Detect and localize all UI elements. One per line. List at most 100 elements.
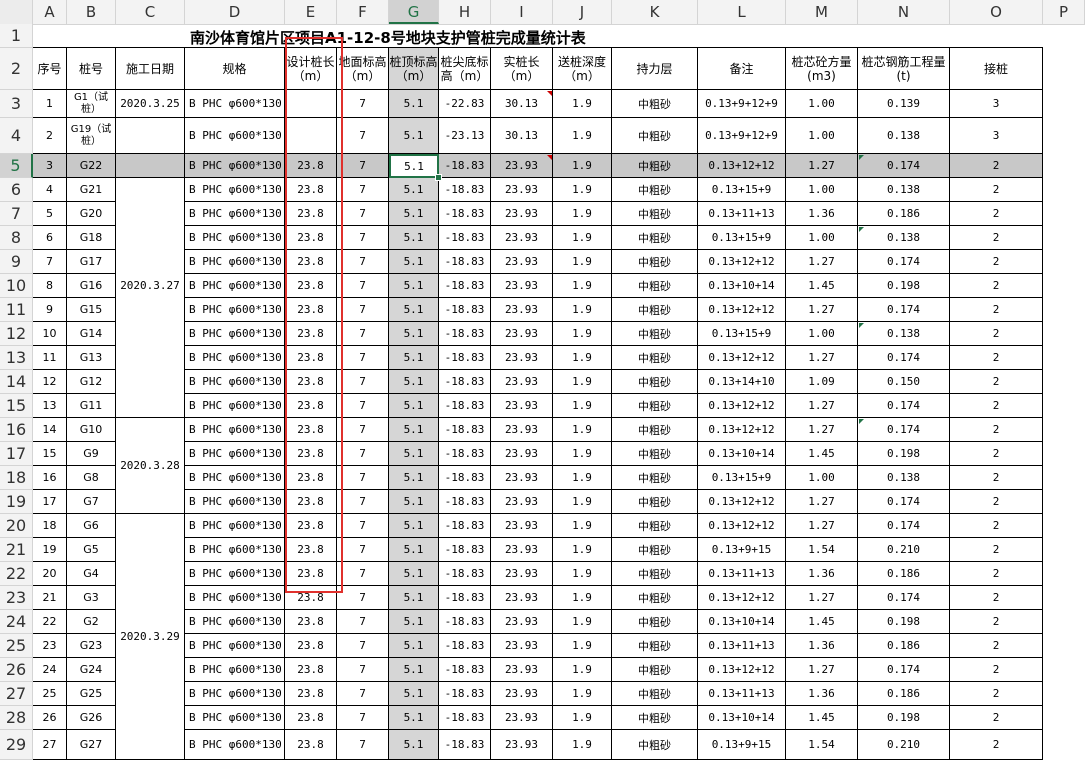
cell-design-length[interactable]: 23.8	[285, 250, 337, 274]
cell-tip-elev[interactable]: -18.83	[439, 178, 491, 202]
cell-ground-elev[interactable]: 7	[337, 118, 389, 154]
cell-remark[interactable]: 0.13+9+15	[698, 730, 786, 760]
cell-splice[interactable]: 2	[950, 466, 1043, 490]
cell-ground-elev[interactable]: 7	[337, 178, 389, 202]
cell-bearing-layer[interactable]: 中粗砂	[612, 250, 698, 274]
cell-pile-no[interactable]: G11	[67, 394, 116, 418]
cell-seq[interactable]: 2	[33, 118, 67, 154]
cell-ground-elev[interactable]: 7	[337, 370, 389, 394]
cell-design-length[interactable]: 23.8	[285, 634, 337, 658]
cell-actual-length[interactable]: 23.93	[491, 178, 553, 202]
column-header-c[interactable]: C	[116, 0, 185, 24]
column-header-d[interactable]: D	[185, 0, 285, 24]
cell-design-length[interactable]: 23.8	[285, 538, 337, 562]
cell-seq[interactable]: 5	[33, 202, 67, 226]
cell-concrete-volume[interactable]: 1.00	[786, 322, 858, 346]
cell-top-elev[interactable]: 5.1	[389, 442, 439, 466]
cell-spec[interactable]: B PHC φ600*130	[185, 706, 285, 730]
cell-seq[interactable]: 11	[33, 346, 67, 370]
cell-actual-length[interactable]: 23.93	[491, 298, 553, 322]
cell-design-length[interactable]: 23.8	[285, 394, 337, 418]
cell-actual-length[interactable]: 23.93	[491, 370, 553, 394]
cell-tip-elev[interactable]: -18.83	[439, 706, 491, 730]
cell-actual-length[interactable]: 23.93	[491, 706, 553, 730]
cell-concrete-volume[interactable]: 1.00	[786, 178, 858, 202]
cell-tip-elev[interactable]: -18.83	[439, 226, 491, 250]
cell-seq[interactable]: 22	[33, 610, 67, 634]
cell-top-elev[interactable]: 5.1	[389, 514, 439, 538]
cell-seq[interactable]: 9	[33, 298, 67, 322]
header-a[interactable]: 序号	[33, 48, 67, 90]
cell-ground-elev[interactable]: 7	[337, 274, 389, 298]
cell-seq[interactable]: 26	[33, 706, 67, 730]
column-header-k[interactable]: K	[612, 0, 698, 24]
cell-remark[interactable]: 0.13+12+12	[698, 346, 786, 370]
cell-design-length[interactable]: 23.8	[285, 466, 337, 490]
cell-top-elev[interactable]: 5.1	[389, 730, 439, 760]
row-header-3[interactable]: 3	[0, 90, 33, 118]
cell-spec[interactable]: B PHC φ600*130	[185, 538, 285, 562]
row-header-19[interactable]: 19	[0, 490, 33, 514]
cell-remark[interactable]: 0.13+12+12	[698, 658, 786, 682]
cell-remark[interactable]: 0.13+12+12	[698, 490, 786, 514]
column-header-n[interactable]: N	[858, 0, 950, 24]
cell-spec[interactable]: B PHC φ600*130	[185, 202, 285, 226]
cell-design-length[interactable]: 23.8	[285, 322, 337, 346]
cell-tip-elev[interactable]: -18.83	[439, 370, 491, 394]
cell-bearing-layer[interactable]: 中粗砂	[612, 298, 698, 322]
cell-ground-elev[interactable]: 7	[337, 682, 389, 706]
cell-pile-no[interactable]: G25	[67, 682, 116, 706]
cell-top-elev[interactable]: 5.1	[389, 538, 439, 562]
cell-actual-length[interactable]: 23.93	[491, 442, 553, 466]
cell-ground-elev[interactable]: 7	[337, 562, 389, 586]
cell-seq[interactable]: 12	[33, 370, 67, 394]
cell-remark[interactable]: 0.13+14+10	[698, 370, 786, 394]
cell-steel-weight[interactable]: 0.174	[858, 394, 950, 418]
cell-concrete-volume[interactable]: 1.27	[786, 586, 858, 610]
cell-design-length[interactable]: 23.8	[285, 178, 337, 202]
cell-spec[interactable]: B PHC φ600*130	[185, 154, 285, 178]
cell-spec[interactable]: B PHC φ600*130	[185, 346, 285, 370]
cell-ground-elev[interactable]: 7	[337, 322, 389, 346]
cell-pile-no[interactable]: G19（试桩）	[67, 118, 116, 154]
cell-steel-weight[interactable]: 0.198	[858, 274, 950, 298]
cell-ground-elev[interactable]: 7	[337, 466, 389, 490]
cell-splice[interactable]: 2	[950, 586, 1043, 610]
cell-seq[interactable]: 8	[33, 274, 67, 298]
row-header-25[interactable]: 25	[0, 634, 33, 658]
cell-steel-weight[interactable]: 0.174	[858, 346, 950, 370]
cell-splice[interactable]: 2	[950, 442, 1043, 466]
cell-send-depth[interactable]: 1.9	[553, 658, 612, 682]
cell-actual-length[interactable]: 30.13	[491, 118, 553, 154]
cell-splice[interactable]: 2	[950, 730, 1043, 760]
cell-concrete-volume[interactable]: 1.27	[786, 346, 858, 370]
cell-remark[interactable]: 0.13+12+12	[698, 298, 786, 322]
row-header-2[interactable]: 2	[0, 48, 33, 90]
cell-top-elev[interactable]: 5.1	[389, 90, 439, 118]
cell-ground-elev[interactable]: 7	[337, 514, 389, 538]
cell-bearing-layer[interactable]: 中粗砂	[612, 178, 698, 202]
cell-top-elev[interactable]: 5.1	[389, 226, 439, 250]
cell-ground-elev[interactable]: 7	[337, 394, 389, 418]
cell-seq[interactable]: 6	[33, 226, 67, 250]
cell-actual-length[interactable]: 23.93	[491, 538, 553, 562]
cell-remark[interactable]: 0.13+12+12	[698, 586, 786, 610]
active-cell-value[interactable]: 5.1	[389, 154, 439, 178]
cell-remark[interactable]: 0.13+15+9	[698, 226, 786, 250]
cell-pile-no[interactable]: G3	[67, 586, 116, 610]
row-header-26[interactable]: 26	[0, 658, 33, 682]
cell-bearing-layer[interactable]: 中粗砂	[612, 586, 698, 610]
cell-send-depth[interactable]: 1.9	[553, 562, 612, 586]
cell-design-length[interactable]: 23.8	[285, 154, 337, 178]
cell-send-depth[interactable]: 1.9	[553, 394, 612, 418]
cell-concrete-volume[interactable]: 1.27	[786, 394, 858, 418]
cell-ground-elev[interactable]: 7	[337, 706, 389, 730]
cell-pile-no[interactable]: G17	[67, 250, 116, 274]
cell-steel-weight[interactable]: 0.174	[858, 154, 950, 178]
cell-bearing-layer[interactable]: 中粗砂	[612, 658, 698, 682]
cell-design-length[interactable]: 23.8	[285, 514, 337, 538]
cell-ground-elev[interactable]: 7	[337, 490, 389, 514]
cell-send-depth[interactable]: 1.9	[553, 418, 612, 442]
cell-steel-weight[interactable]: 0.210	[858, 730, 950, 760]
cell-send-depth[interactable]: 1.9	[553, 586, 612, 610]
